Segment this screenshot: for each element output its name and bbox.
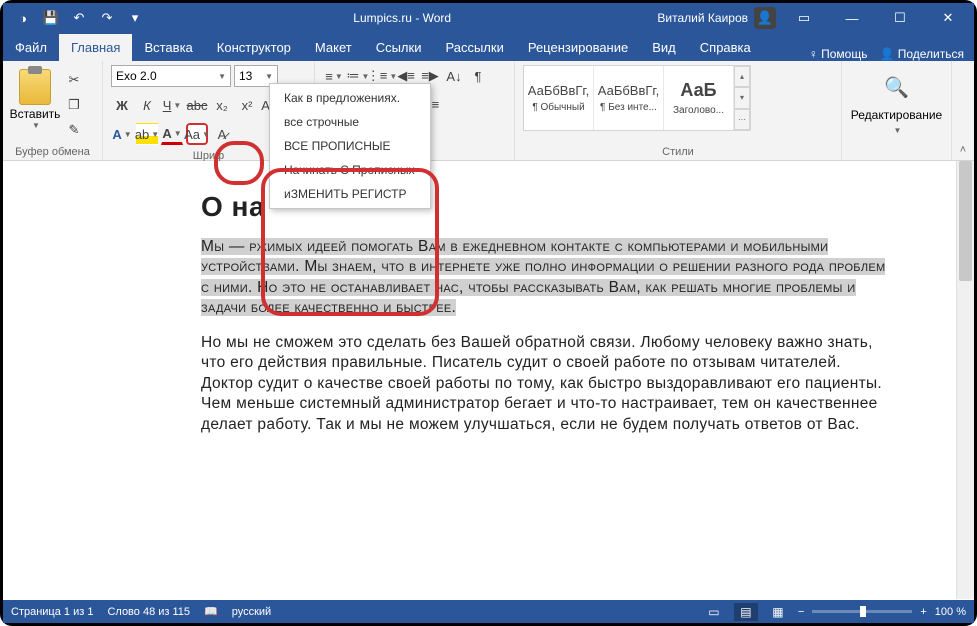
format-painter[interactable]: ✎ [63,119,85,141]
underline-button[interactable]: Ч▼ [161,94,183,116]
undo-button[interactable]: ↶ [67,6,91,30]
group-editing: 🔍 Редактирование ▼ [842,61,952,160]
menu-uppercase[interactable]: ВСЕ ПРОПИСНЫЕ [270,134,430,158]
cut-button[interactable]: ✂ [63,69,85,91]
collapse-ribbon-button[interactable]: ˄ [960,144,966,156]
document-content[interactable]: О на Мы — ржимых идеей помогать Вам в еж… [3,161,974,469]
minimize-button[interactable]: — [832,3,872,33]
share-button[interactable]: 👤 Поделиться [879,47,964,61]
change-case-button[interactable]: Aa▼ [186,123,208,145]
document-area[interactable]: О на Мы — ржимых идеей помогать Вам в еж… [3,161,974,599]
bold-button[interactable]: Ж [111,94,133,116]
avatar: 👤 [754,7,776,29]
tab-review[interactable]: Рецензирование [516,34,640,61]
tab-insert[interactable]: Вставка [132,34,204,61]
style-gallery-more[interactable]: ▴▾⋯ [734,66,750,130]
clear-format-button[interactable]: A̷ [211,123,233,145]
user-name: Виталий Каиров [657,11,748,25]
view-read-button[interactable]: ▭ [702,603,726,621]
font-color-button[interactable]: A▼ [161,123,183,145]
autosave-toggle[interactable]: ◑ [11,6,35,30]
group-label-clipboard: Буфер обмена [11,144,94,158]
find-icon[interactable]: 🔍 [884,75,909,100]
text-effects-button[interactable]: A▼ [111,123,133,145]
change-case-menu: Как в предложениях. все строчные ВСЕ ПРО… [269,83,431,209]
tab-design[interactable]: Конструктор [205,34,303,61]
style-normal[interactable]: АаБбВвГг, ¶ Обычный [524,66,594,130]
menu-toggle-case[interactable]: иЗМЕНИТЬ РЕГИСТР [270,182,430,206]
zoom-slider-thumb[interactable] [860,606,866,617]
highlight-button[interactable]: ab▼ [136,123,158,145]
style-gallery[interactable]: АаБбВвГг, ¶ Обычный АаБбВвГг, ¶ Без инте… [523,65,751,131]
menu-sentence-case[interactable]: Как в предложениях. [270,86,430,110]
redo-button[interactable]: ↷ [95,6,119,30]
copy-button[interactable]: ❐ [63,94,85,116]
view-print-button[interactable]: ▤ [734,603,758,621]
tab-layout[interactable]: Макет [303,34,364,61]
user-account[interactable]: Виталий Каиров 👤 [657,7,776,29]
qat-customize[interactable]: ▾ [123,6,147,30]
tell-me[interactable]: ♀ Помощь [809,47,868,61]
maximize-button[interactable]: ☐ [880,3,920,33]
italic-button[interactable]: К [136,94,158,116]
font-name-combo[interactable]: Exo 2.0▼ [111,65,231,87]
zoom-level[interactable]: 100 % [935,606,966,618]
vertical-scrollbar[interactable] [956,161,974,599]
group-label-styles: Стили [523,144,833,158]
group-styles: АаБбВвГг, ¶ Обычный АаБбВвГг, ¶ Без инте… [515,61,842,160]
scrollbar-thumb[interactable] [959,161,972,281]
title-bar: ◑ 💾 ↶ ↷ ▾ Lumpics.ru - Word Виталий Каир… [3,3,974,33]
tab-view[interactable]: Вид [640,34,688,61]
show-marks-button[interactable]: ¶ [467,65,489,87]
subscript-button[interactable]: x₂ [211,94,233,116]
tab-file[interactable]: Файл [3,34,59,61]
strike-button[interactable]: abc [186,94,208,116]
editing-label[interactable]: Редактирование [851,108,942,122]
close-button[interactable]: ✕ [928,3,968,33]
ribbon: Вставить ▼ ✂ ❐ ✎ Буфер обмена Exo 2.0▼ 1… [3,61,974,161]
zoom-slider[interactable] [812,610,912,613]
spell-check-icon[interactable]: 📖 [204,605,218,618]
superscript-button[interactable]: x² [236,94,258,116]
sort-button[interactable]: A↓ [443,65,465,87]
ribbon-tabs: Файл Главная Вставка Конструктор Макет С… [3,33,974,61]
status-bar: Страница 1 из 1 Слово 48 из 115 📖 русски… [3,600,974,623]
style-heading1[interactable]: АаБ Заголово... [664,66,734,130]
tab-help[interactable]: Справка [688,34,763,61]
menu-lowercase[interactable]: все строчные [270,110,430,134]
tab-references[interactable]: Ссылки [364,34,434,61]
paste-icon [19,69,51,105]
doc-paragraph[interactable]: Но мы не сможем это сделать без Вашей об… [201,333,894,435]
doc-paragraph-selected[interactable]: Мы — ржимых идеей помогать Вам в ежеднев… [201,238,885,316]
style-nospacing[interactable]: АаБбВвГг, ¶ Без инте... [594,66,664,130]
zoom-out-button[interactable]: − [798,606,804,618]
window-title: Lumpics.ru - Word [147,11,657,25]
group-clipboard: Вставить ▼ ✂ ❐ ✎ Буфер обмена [3,61,103,160]
save-button[interactable]: 💾 [39,6,63,30]
word-count[interactable]: Слово 48 из 115 [107,606,190,618]
language-indicator[interactable]: русский [232,606,271,618]
menu-capitalize[interactable]: Начинать С Прописных [270,158,430,182]
tab-mailings[interactable]: Рассылки [433,34,515,61]
tab-home[interactable]: Главная [59,34,132,61]
paste-button[interactable]: Вставить ▼ [11,65,59,130]
view-web-button[interactable]: ▦ [766,603,790,621]
page-indicator[interactable]: Страница 1 из 1 [11,606,93,618]
ribbon-options-button[interactable]: ▭ [784,3,824,33]
zoom-in-button[interactable]: + [920,606,926,618]
